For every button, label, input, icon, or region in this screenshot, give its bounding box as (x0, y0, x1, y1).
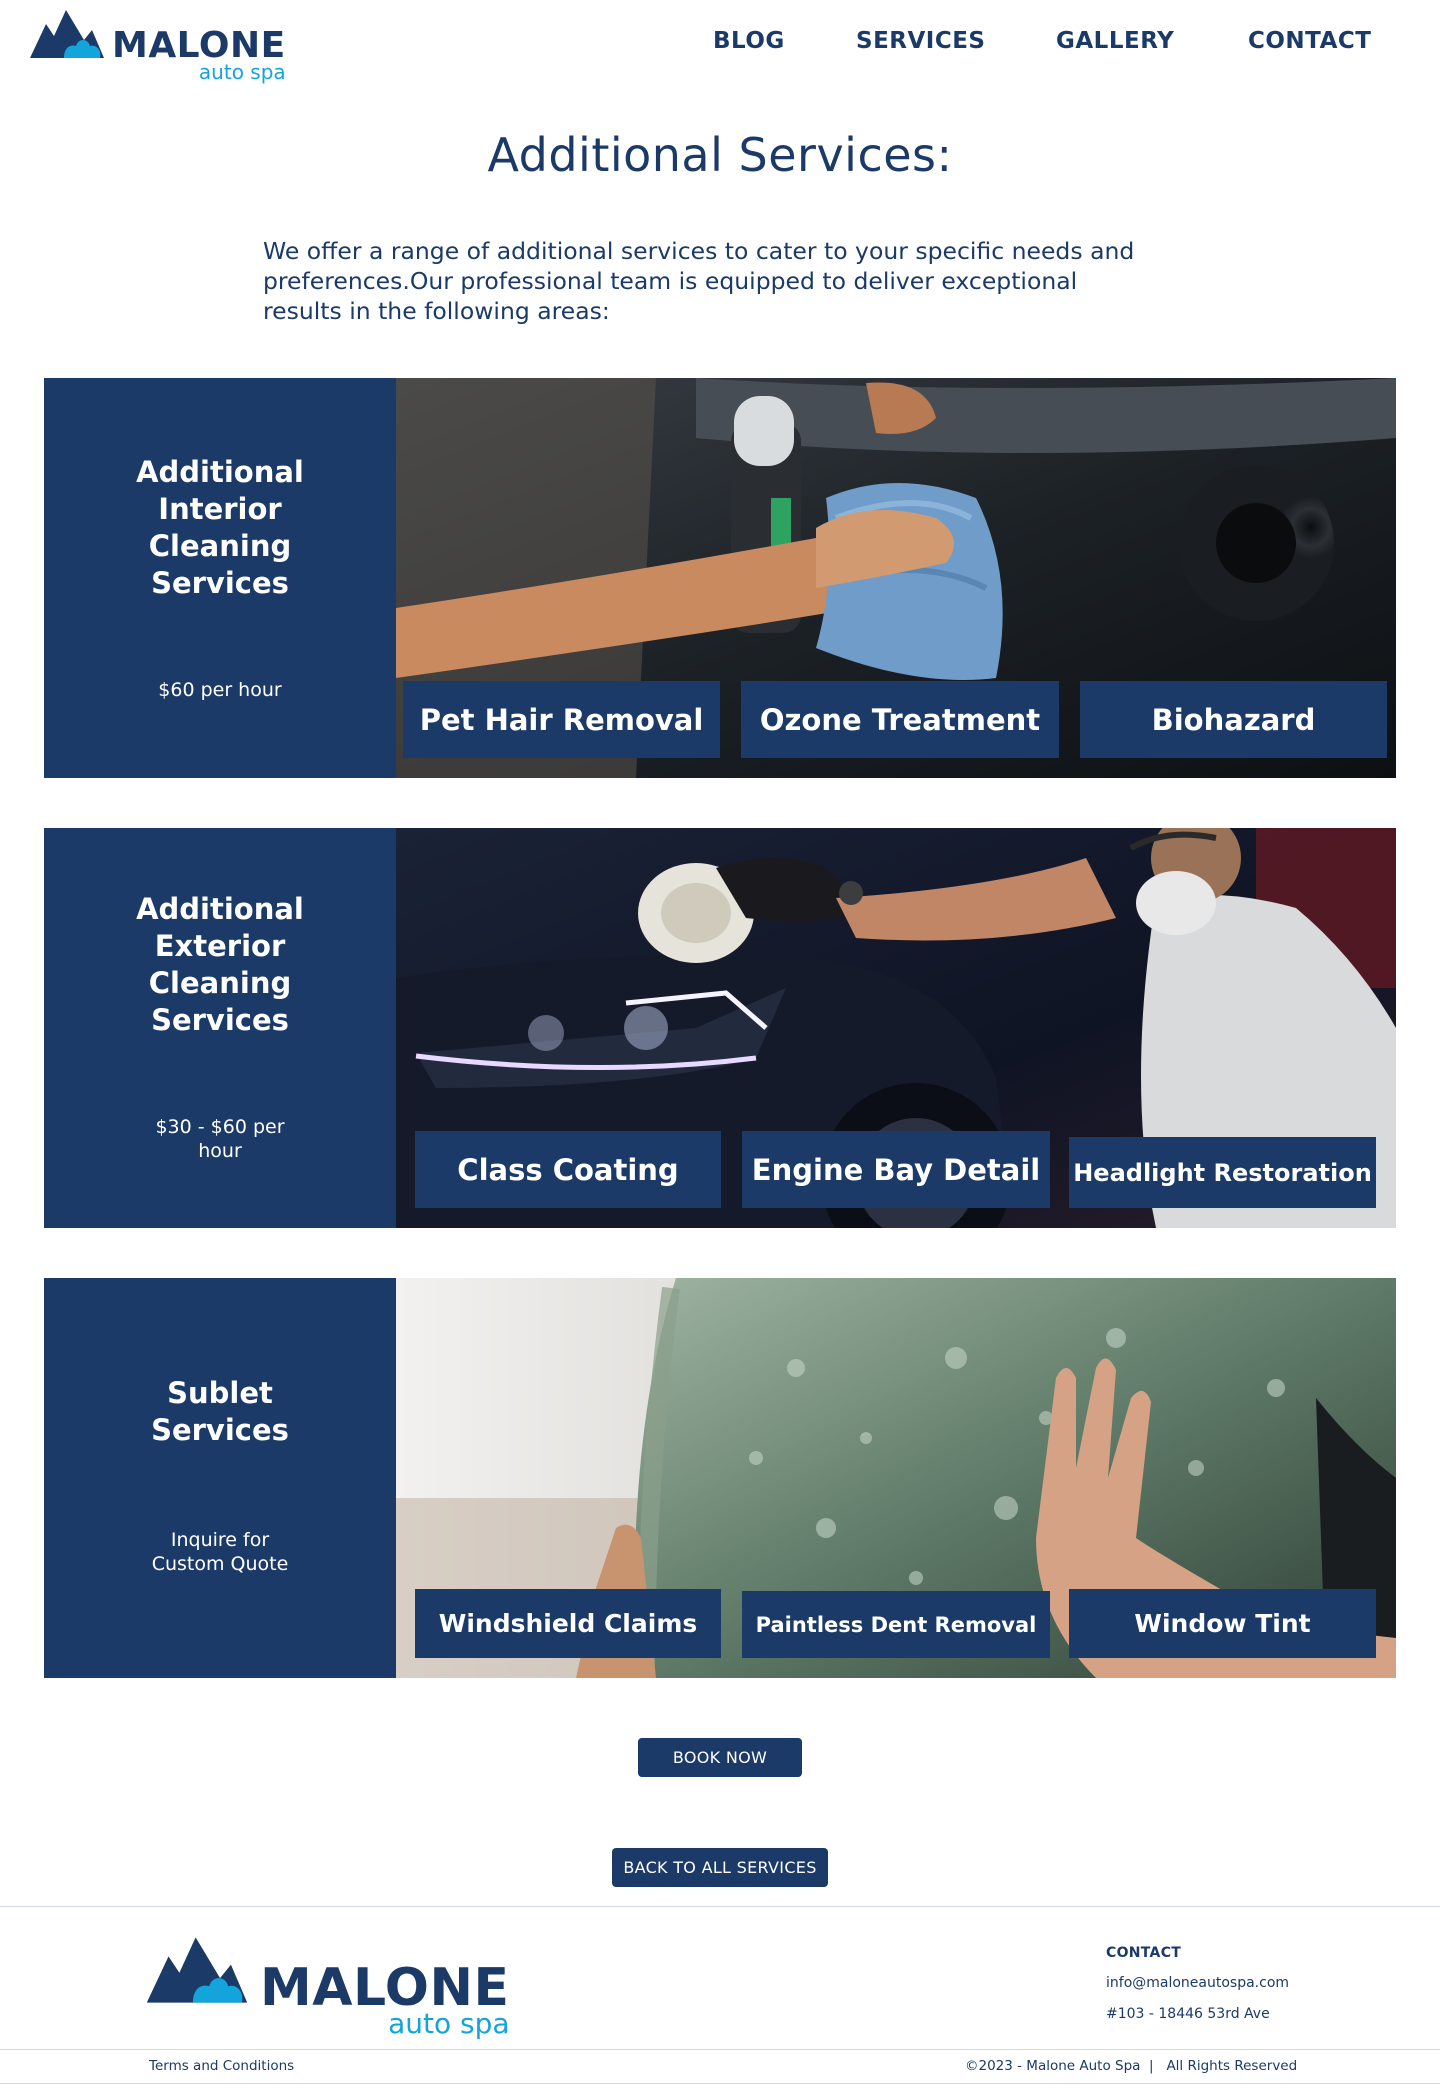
footer-address: #103 - 18446 53rd Ave (1106, 2006, 1270, 2022)
logo-sub-text: auto spa (198, 60, 286, 84)
footer-email-link[interactable]: info@maloneautospa.com (1106, 1975, 1289, 1991)
service-tag-headlight-restoration[interactable]: Headlight Restoration (1069, 1137, 1376, 1208)
exterior-services-panel: Additional Exterior Cleaning Services $3… (44, 828, 1396, 1228)
footer-divider-top (0, 1906, 1440, 1907)
terms-link[interactable]: Terms and Conditions (149, 2058, 294, 2074)
intro-paragraph: We offer a range of additional services … (263, 237, 1135, 325)
panel-title: Additional Exterior Cleaning Services (136, 892, 304, 1037)
panel-sidebar: Sublet Services Inquire for Custom Quote (44, 1278, 396, 1678)
panel-price: $30 - $60 per hour (155, 1116, 285, 1162)
site-header: MALONE auto spa BLOG SERVICES GALLERY CO… (0, 0, 1440, 90)
service-tag-ozone-treatment[interactable]: Ozone Treatment (741, 681, 1059, 758)
logo-wordmark: MALONE auto spa (112, 25, 286, 84)
service-tag-class-coating[interactable]: Class Coating (415, 1131, 721, 1208)
nav-contact[interactable]: CONTACT (1248, 28, 1371, 54)
mountain-logo-icon (30, 10, 104, 58)
sublet-services-panel: Sublet Services Inquire for Custom Quote (44, 1278, 1396, 1678)
site-logo[interactable]: MALONE auto spa (30, 6, 286, 82)
service-tag-pet-hair-removal[interactable]: Pet Hair Removal (403, 681, 720, 758)
footer-divider-bottom (0, 2049, 1440, 2050)
panel-price: $60 per hour (158, 679, 282, 701)
panel-sidebar: Additional Exterior Cleaning Services $3… (44, 828, 396, 1228)
page-title: Additional Services: (487, 128, 953, 182)
footer-divider-end (0, 2083, 1440, 2084)
panel-title: Sublet Services (151, 1376, 289, 1447)
interior-services-panel: Additional Interior Cleaning Services $6… (44, 378, 1396, 778)
service-tag-window-tint[interactable]: Window Tint (1069, 1589, 1376, 1658)
nav-gallery[interactable]: GALLERY (1056, 28, 1174, 54)
copyright-text: ©2023 - Malone Auto Spa | All Rights Res… (965, 2058, 1298, 2074)
panel-title: Additional Interior Cleaning Services (136, 455, 304, 600)
back-to-services-button[interactable]: BACK TO ALL SERVICES (612, 1848, 828, 1887)
logo-sub-text: auto spa (388, 2007, 510, 2040)
nav-blog[interactable]: BLOG (713, 28, 785, 54)
service-tag-paintless-dent-removal[interactable]: Paintless Dent Removal (742, 1591, 1050, 1658)
footer-logo[interactable]: MALONE auto spa (146, 1932, 510, 2038)
service-tag-biohazard[interactable]: Biohazard (1080, 681, 1387, 758)
service-tag-windshield-claims[interactable]: Windshield Claims (415, 1589, 721, 1658)
book-now-button[interactable]: BOOK NOW (638, 1738, 802, 1777)
panel-price: Inquire for Custom Quote (151, 1529, 289, 1575)
service-tag-engine-bay-detail[interactable]: Engine Bay Detail (742, 1131, 1050, 1208)
logo-brand-text: MALONE (112, 25, 286, 66)
nav-services[interactable]: SERVICES (856, 28, 986, 54)
footer-contact-heading: CONTACT (1106, 1945, 1182, 1961)
panel-sidebar: Additional Interior Cleaning Services $6… (44, 378, 396, 778)
mountain-logo-icon (146, 1937, 248, 2003)
logo-wordmark: MALONE auto spa (260, 1962, 510, 2038)
